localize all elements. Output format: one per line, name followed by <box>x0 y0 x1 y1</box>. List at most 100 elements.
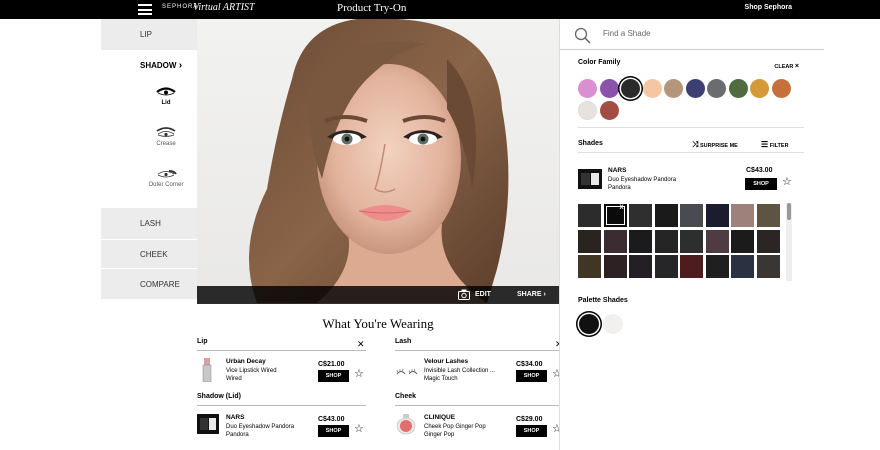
shade-panel: Find a Shade Color Family CLEAR × Shades… <box>559 19 824 450</box>
color-family-swatch[interactable] <box>578 101 597 120</box>
star-icon[interactable]: ☆ <box>354 424 364 435</box>
shade-swatch[interactable] <box>756 229 780 253</box>
shade-swatch[interactable] <box>603 255 627 278</box>
divider <box>395 350 563 351</box>
product-price: C$29.00 <box>516 416 543 423</box>
shuffle-icon: ⤨ <box>692 140 699 149</box>
edit-button[interactable]: EDIT <box>475 291 491 298</box>
shade-swatch[interactable] <box>731 204 754 227</box>
shade-swatch[interactable]: X <box>603 204 627 227</box>
nav-item-shadow[interactable]: SHADOW › Lid Crease Outer Corner <box>101 50 197 208</box>
shade-swatch[interactable] <box>731 229 754 253</box>
star-icon[interactable]: ☆ <box>354 369 364 380</box>
product-description: Invisible Lash Collection ... Magic Touch <box>424 367 509 383</box>
divider <box>197 350 366 351</box>
shade-swatch[interactable] <box>629 204 652 227</box>
shade-swatch[interactable] <box>578 229 601 253</box>
palette-swatch[interactable] <box>603 314 623 334</box>
shade-swatch[interactable] <box>629 255 652 278</box>
wearing-section-title: What You're Wearing <box>322 316 434 331</box>
search-input[interactable]: Find a Shade <box>603 29 651 38</box>
category-nav: LIP SHADOW › Lid Crease Outer Corner LAS… <box>101 19 197 299</box>
surprise-me-button[interactable]: ⤨ SURPRISE ME <box>692 140 738 150</box>
wearing-category-lash: Lash <box>395 338 412 345</box>
nav-item-cheek[interactable]: CHEEK <box>101 239 197 268</box>
shade-swatch[interactable] <box>705 255 729 278</box>
share-label: SHARE <box>517 291 542 298</box>
shade-swatch[interactable] <box>705 229 729 253</box>
shade-swatch[interactable] <box>756 255 780 278</box>
clear-button[interactable]: CLEAR × <box>774 63 799 70</box>
shade-swatch[interactable] <box>578 204 601 227</box>
lipstick-thumbnail <box>200 358 214 387</box>
shade-swatch[interactable] <box>680 204 703 227</box>
subnav-lid[interactable]: Lid <box>136 86 196 106</box>
nav-item-compare[interactable]: COMPARE <box>101 268 197 299</box>
shade-swatch[interactable] <box>603 229 627 253</box>
menu-icon[interactable] <box>138 4 152 15</box>
filter-label: FILTER <box>769 143 789 149</box>
color-family-swatch[interactable] <box>664 79 683 98</box>
divider <box>197 405 366 406</box>
search-bar[interactable]: Find a Shade <box>560 19 824 50</box>
shade-swatch[interactable] <box>654 255 678 278</box>
shade-swatch[interactable] <box>705 204 729 227</box>
shades-title: Shades <box>578 140 603 147</box>
filter-button[interactable]: ☰ FILTER <box>761 140 789 149</box>
subnav-outer-corner[interactable]: Outer Corner <box>136 168 196 188</box>
camera-icon[interactable] <box>458 289 470 302</box>
divider <box>578 127 804 128</box>
color-family-swatch[interactable] <box>771 79 791 98</box>
product-name: Duo Eyeshadow Pandora <box>226 424 295 430</box>
product-shade: Pandora <box>608 185 631 191</box>
shade-swatch[interactable] <box>654 204 678 227</box>
subnav-crease[interactable]: Crease <box>136 127 196 147</box>
color-family-swatch[interactable] <box>642 79 662 98</box>
color-family-swatch[interactable] <box>578 79 597 98</box>
color-family-swatch[interactable] <box>599 79 619 98</box>
shade-swatch[interactable] <box>654 229 678 253</box>
scrollbar-thumb[interactable] <box>787 203 791 220</box>
shade-swatch[interactable] <box>629 229 652 253</box>
shade-swatch[interactable] <box>680 255 703 278</box>
star-icon[interactable]: ☆ <box>782 177 792 188</box>
product-shade: Ginger Pop <box>424 432 455 438</box>
color-family-swatch[interactable] <box>685 79 705 98</box>
share-button[interactable]: SHARE › <box>517 291 546 298</box>
subnav-label: Crease <box>156 141 176 147</box>
nav-item-lash[interactable]: LASH <box>101 208 197 239</box>
product-price: C$34.00 <box>516 361 543 368</box>
shade-swatch[interactable] <box>731 255 754 278</box>
color-family-swatch[interactable] <box>599 101 619 120</box>
nav-item-lip[interactable]: LIP <box>101 19 197 50</box>
shop-button[interactable]: SHOP <box>516 425 547 437</box>
product-shade: Magic Touch <box>424 376 458 382</box>
photo-toolbar: EDIT SHARE › <box>197 286 559 304</box>
shop-button[interactable]: SHOP <box>745 178 777 190</box>
filter-icon: ☰ <box>761 140 769 149</box>
chevron-right-icon: › <box>543 291 546 298</box>
top-bar: SEPHORA Virtual ARTIST Product Try-On Sh… <box>0 0 880 19</box>
shade-swatch[interactable] <box>680 229 703 253</box>
eye-outer-corner-icon <box>157 170 177 178</box>
shop-button[interactable]: SHOP <box>318 370 349 382</box>
color-family-swatch[interactable] <box>621 79 640 98</box>
nav-label: SHADOW › <box>140 60 182 71</box>
color-family-swatch[interactable] <box>750 79 769 98</box>
product-thumbnail <box>578 169 602 194</box>
divider <box>578 152 804 153</box>
nav-label: LIP <box>140 30 153 39</box>
color-family-swatch[interactable] <box>728 79 748 98</box>
subnav-label: Outer Corner <box>148 182 184 188</box>
shop-sephora-link[interactable]: Shop Sephora <box>745 4 792 11</box>
shop-button[interactable]: SHOP <box>516 370 547 382</box>
product-name: Cheek Pop Ginger Pop <box>424 424 486 430</box>
palette-swatch[interactable] <box>579 314 599 334</box>
nav-label: COMPARE <box>140 280 180 289</box>
shop-button[interactable]: SHOP <box>318 425 349 437</box>
color-family-swatch[interactable] <box>707 79 726 98</box>
shade-swatch[interactable] <box>578 255 601 278</box>
close-icon[interactable]: ✕ <box>357 340 365 349</box>
shade-swatch[interactable] <box>756 204 780 227</box>
product-shade: Wired <box>226 376 242 382</box>
